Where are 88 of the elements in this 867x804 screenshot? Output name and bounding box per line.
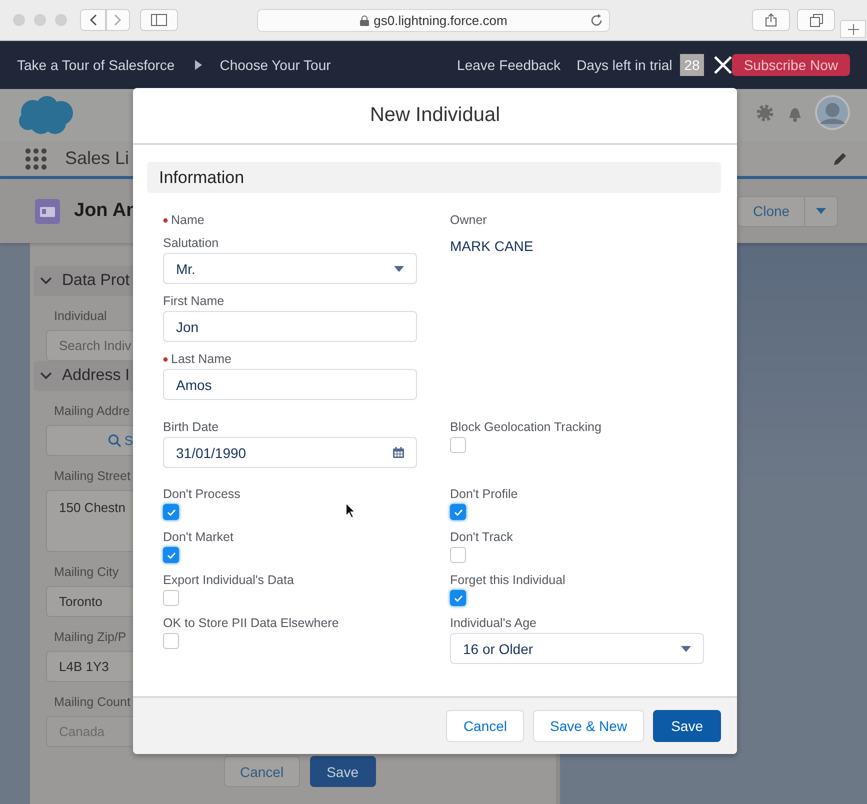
select-field[interactable]: Mr.: [163, 253, 417, 284]
checkbox[interactable]: [450, 547, 466, 563]
field-label: Export Individual's Data: [163, 572, 295, 588]
address-bar[interactable]: gs0.lightning.force.com: [257, 8, 610, 32]
check-icon: [454, 594, 462, 602]
plus-icon: [848, 24, 858, 34]
caret-icon: [681, 646, 691, 652]
app-name: Sales Li: [65, 148, 130, 169]
checkbox[interactable]: [163, 590, 179, 606]
checkbox[interactable]: [163, 504, 179, 520]
new-tab-button[interactable]: [840, 20, 866, 38]
field-label: First Name: [163, 293, 226, 309]
field-label: Mailing Count: [54, 694, 132, 710]
app-launcher-icon[interactable]: [25, 148, 47, 170]
avatar-icon[interactable]: [815, 95, 850, 130]
close-icon[interactable]: [714, 56, 732, 74]
tabs-icon: [810, 14, 822, 26]
group-label: Name: [163, 212, 417, 228]
checkbox[interactable]: [450, 590, 466, 606]
feedback-link[interactable]: Leave Feedback: [457, 57, 561, 73]
clone-button[interactable]: Clone: [737, 196, 805, 226]
save-button[interactable]: Save: [653, 710, 721, 742]
input-field[interactable]: L4B 1Y3: [46, 651, 133, 682]
caret-icon: [394, 266, 404, 272]
breadcrumb-link[interactable]: Choose Your Tour: [220, 57, 331, 73]
pencil-icon[interactable]: [833, 151, 848, 166]
check-icon: [166, 508, 176, 516]
trial-days-count: 28: [680, 54, 704, 76]
more-actions-button[interactable]: [805, 196, 838, 226]
field-label: Mailing Zip/P: [54, 629, 128, 645]
input-field[interactable]: Amos: [163, 369, 417, 400]
search-icon: [108, 434, 122, 447]
checkbox[interactable]: [163, 547, 179, 563]
subscribe-button[interactable]: Subscribe Now: [732, 54, 850, 76]
reload-icon[interactable]: [590, 14, 603, 26]
field-label: OK to Store PII Data Elsewhere: [163, 615, 340, 631]
save-button[interactable]: Save: [310, 756, 376, 787]
check-icon: [166, 552, 176, 558]
date-field[interactable]: 31/01/1990: [163, 437, 417, 468]
field-label: Mailing City: [54, 564, 120, 580]
section-header[interactable]: Data Prot: [34, 266, 133, 296]
checkbox[interactable]: [450, 437, 466, 453]
lock-icon: [360, 14, 369, 26]
breadcrumb-arrow-icon: [194, 60, 202, 70]
share-button[interactable]: [752, 9, 790, 31]
field-label: Don't Track: [450, 529, 514, 545]
checkbox[interactable]: [450, 504, 466, 520]
field-label: Don't Profile: [450, 486, 519, 502]
chevron-right-icon: [114, 14, 122, 26]
field-label: Forget this Individual: [450, 572, 566, 588]
calendar-icon[interactable]: [393, 447, 404, 458]
breadcrumb-link[interactable]: Take a Tour of Salesforce: [17, 57, 175, 73]
field-label: Mailing Addre: [54, 403, 131, 419]
cancel-button[interactable]: Cancel: [446, 710, 524, 742]
cloud-logo-icon: [17, 95, 75, 135]
trial-label: Days left in trial: [576, 57, 672, 73]
text-area[interactable]: 150 Chestn: [46, 490, 133, 552]
modal-title: New Individual: [133, 88, 737, 145]
field-label: Last Name: [163, 351, 417, 367]
settings-icon[interactable]: [755, 102, 775, 122]
back-button[interactable]: [80, 9, 106, 31]
cancel-button[interactable]: Cancel: [224, 756, 300, 787]
field-label: Don't Market: [163, 529, 234, 545]
field-label: Individual: [54, 308, 108, 324]
field-label: Owner: [450, 212, 488, 228]
input-field[interactable]: Jon: [163, 311, 417, 342]
save-and-new-button[interactable]: Save & New: [533, 710, 644, 742]
share-icon: [765, 13, 777, 27]
chevron-left-icon: [89, 14, 97, 26]
checkbox[interactable]: [163, 633, 179, 649]
check-icon: [454, 508, 462, 516]
sidebar-icon: [151, 14, 167, 26]
mouse-cursor-icon: [345, 502, 356, 519]
select-field[interactable]: 16 or Older: [450, 633, 704, 664]
field-label: Mailing Street: [54, 468, 132, 484]
field-label: Birth Date: [163, 419, 220, 435]
field-label: Salutation: [163, 235, 220, 251]
contact-card-icon: [35, 198, 60, 224]
section-header: Information: [147, 162, 721, 193]
field-label: Block Geolocation Tracking: [450, 419, 602, 435]
field-label: Individual's Age: [450, 615, 538, 631]
sidebar-button[interactable]: [140, 9, 178, 31]
input-field[interactable]: Toronto: [46, 586, 133, 617]
section-header[interactable]: Address I: [34, 361, 133, 391]
owner-name: MARK CANE: [450, 238, 534, 254]
tabs-button[interactable]: [797, 9, 835, 31]
field-label: Don't Process: [163, 486, 242, 502]
caret-icon: [816, 208, 826, 214]
